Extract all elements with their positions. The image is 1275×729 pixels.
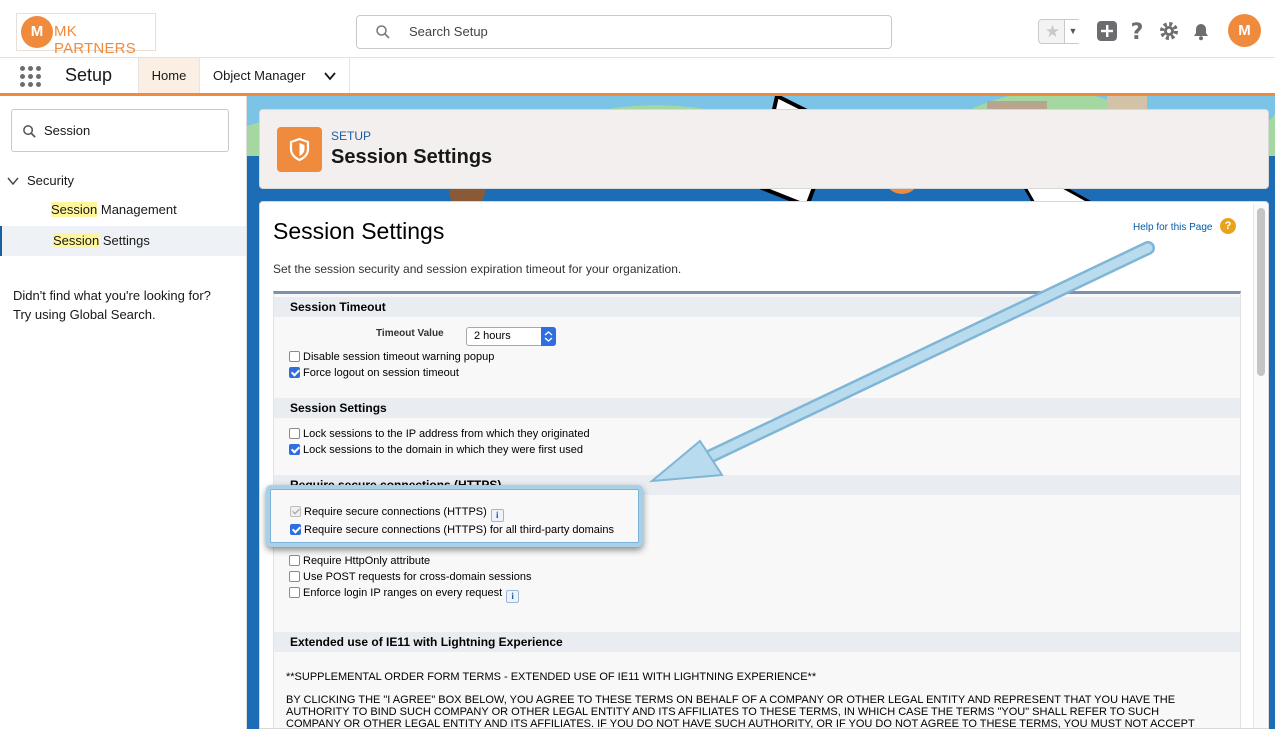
info-icon[interactable]: i (506, 590, 520, 603)
require-https-third-party-label: Require secure connections (HTTPS) for a… (304, 524, 614, 536)
content-title: Session Settings (273, 218, 445, 244)
help-icon[interactable]: ? (1126, 20, 1148, 42)
sidebar-item-label: Session Settings (53, 233, 150, 248)
page-header-eyebrow: SETUP (331, 129, 372, 143)
help-for-page-link[interactable]: Help for this Page (1133, 222, 1213, 233)
force-logout-label: Force logout on session timeout (303, 367, 459, 379)
sidebar-section-label: Security (27, 173, 74, 188)
force-logout-checkbox[interactable] (289, 367, 300, 378)
section-heading-session-settings: Session Settings (274, 398, 1240, 418)
require-https-label: Require secure connections (HTTPS) (304, 506, 487, 518)
hint-line-1: Didn't find what you're looking for? (13, 288, 211, 303)
disable-timeout-warning-checkbox[interactable] (289, 351, 300, 362)
enforce-ip-label: Enforce login IP ranges on every request (303, 587, 503, 599)
logo-mark: M (21, 16, 53, 48)
scrollbar-thumb[interactable] (1257, 208, 1265, 376)
sidebar-item-label-rest: Settings (99, 233, 150, 248)
tab-object-manager-label: Object Manager (213, 68, 306, 83)
search-icon (23, 125, 36, 138)
require-https-checkbox (290, 506, 301, 517)
lock-ip-row[interactable]: Lock sessions to the IP address from whi… (289, 427, 590, 442)
lock-ip-label: Lock sessions to the IP address from whi… (303, 428, 590, 440)
terms-line-1: BY CLICKING THE "I AGREE" BOX BELOW, YOU… (286, 694, 1176, 706)
main-panel: Session Settings Help for this Page ? Se… (259, 201, 1269, 729)
enforce-ip-checkbox[interactable] (289, 587, 300, 598)
add-icon[interactable] (1096, 20, 1118, 42)
hint-line-2: Try using Global Search. (13, 307, 156, 322)
timeout-value-select[interactable]: 2 hours (466, 327, 556, 346)
info-icon[interactable]: i (490, 509, 504, 522)
favorites-control[interactable]: ★ ▼ (1038, 19, 1081, 44)
disable-timeout-warning-row[interactable]: Disable session timeout warning popup (289, 350, 494, 365)
lock-ip-checkbox[interactable] (289, 428, 300, 439)
httponly-row[interactable]: Require HttpOnly attribute (289, 554, 430, 569)
post-requests-checkbox[interactable] (289, 571, 300, 582)
search-highlight: Session (53, 233, 100, 248)
quick-find-value: Session (44, 123, 91, 138)
sidebar-item-label-rest: Management (97, 202, 177, 217)
lock-domain-label: Lock sessions to the domain in which the… (303, 444, 584, 456)
chevron-down-icon[interactable] (323, 69, 337, 83)
avatar[interactable]: M (1228, 14, 1261, 47)
terms-title: **SUPPLEMENTAL ORDER FORM TERMS - EXTEND… (286, 671, 817, 683)
app-launcher-icon[interactable] (20, 66, 42, 88)
chevron-down-icon[interactable] (7, 175, 19, 187)
require-https-row[interactable]: Require secure connections (HTTPS) i (290, 505, 504, 522)
sidebar-item-session-settings[interactable]: Session Settings (0, 226, 246, 256)
company-logo[interactable]: M MK PARTNERS (16, 13, 156, 57)
httponly-checkbox[interactable] (289, 555, 300, 566)
scrollbar[interactable] (1253, 204, 1267, 728)
httponly-label: Require HttpOnly attribute (303, 555, 431, 567)
global-search-hint: Didn't find what you're looking for? Try… (13, 286, 238, 324)
section-heading-ie11: Extended use of IE11 with Lightning Expe… (274, 632, 1240, 652)
section-heading-session-timeout: Session Timeout (274, 297, 1240, 317)
setup-sidebar: Session Security Session Management Sess… (0, 96, 247, 729)
timeout-value-label: Timeout Value (376, 328, 444, 339)
select-arrow-icon[interactable] (541, 327, 556, 346)
post-requests-label: Use POST requests for cross-domain sessi… (303, 571, 532, 583)
post-requests-row[interactable]: Use POST requests for cross-domain sessi… (289, 570, 531, 585)
require-https-third-party-row[interactable]: Require secure connections (HTTPS) for a… (290, 523, 614, 538)
force-logout-row[interactable]: Force logout on session timeout (289, 366, 459, 381)
bell-icon[interactable] (1190, 20, 1212, 42)
annotation-callout: Require secure connections (HTTPS) i Requ… (266, 485, 643, 547)
lock-domain-row[interactable]: Lock sessions to the domain in which the… (289, 443, 583, 458)
terms-line-3: COMPANY OR OTHER LEGAL ENTITY AND ITS AF… (286, 718, 1195, 729)
app-nav-bar: Setup Home Object Manager (0, 58, 1275, 96)
search-placeholder: Search Setup (409, 24, 488, 39)
chevron-down-icon[interactable]: ▼ (1064, 20, 1081, 43)
star-icon[interactable]: ★ (1042, 21, 1063, 42)
search-icon (376, 25, 390, 39)
search-highlight: Session (51, 202, 98, 217)
lock-domain-checkbox[interactable] (289, 444, 300, 455)
enforce-ip-row[interactable]: Enforce login IP ranges on every request… (289, 586, 520, 603)
tab-home[interactable]: Home (138, 58, 200, 93)
svg-text:?: ? (1131, 20, 1144, 42)
shield-icon (277, 127, 322, 172)
app-name: Setup (65, 65, 113, 85)
require-https-third-party-checkbox[interactable] (290, 524, 301, 535)
tab-object-manager[interactable]: Object Manager (200, 58, 350, 93)
sidebar-section-security[interactable]: Security (0, 169, 246, 193)
sidebar-item-session-management[interactable]: Session Management (0, 195, 246, 225)
help-icon[interactable]: ? (1220, 218, 1236, 234)
page-title: Session Settings (331, 146, 493, 168)
terms-line-2: AUTHORITY TO BIND SUCH COMPANY OR OTHER … (286, 706, 1160, 718)
disable-timeout-warning-label: Disable session timeout warning popup (303, 351, 495, 363)
global-header: M MK PARTNERS Search Setup ★ ▼ ? M (0, 0, 1275, 58)
global-search-input[interactable]: Search Setup (356, 15, 892, 49)
timeout-value-selected: 2 hours (474, 330, 511, 342)
quick-find-input[interactable]: Session (11, 109, 229, 152)
page-header: SETUP Session Settings (259, 109, 1269, 189)
logo-text: MK PARTNERS (54, 23, 136, 57)
page-description: Set the session security and session exp… (273, 262, 682, 276)
gear-icon[interactable] (1158, 20, 1180, 42)
sidebar-item-label: Session Management (51, 202, 177, 217)
